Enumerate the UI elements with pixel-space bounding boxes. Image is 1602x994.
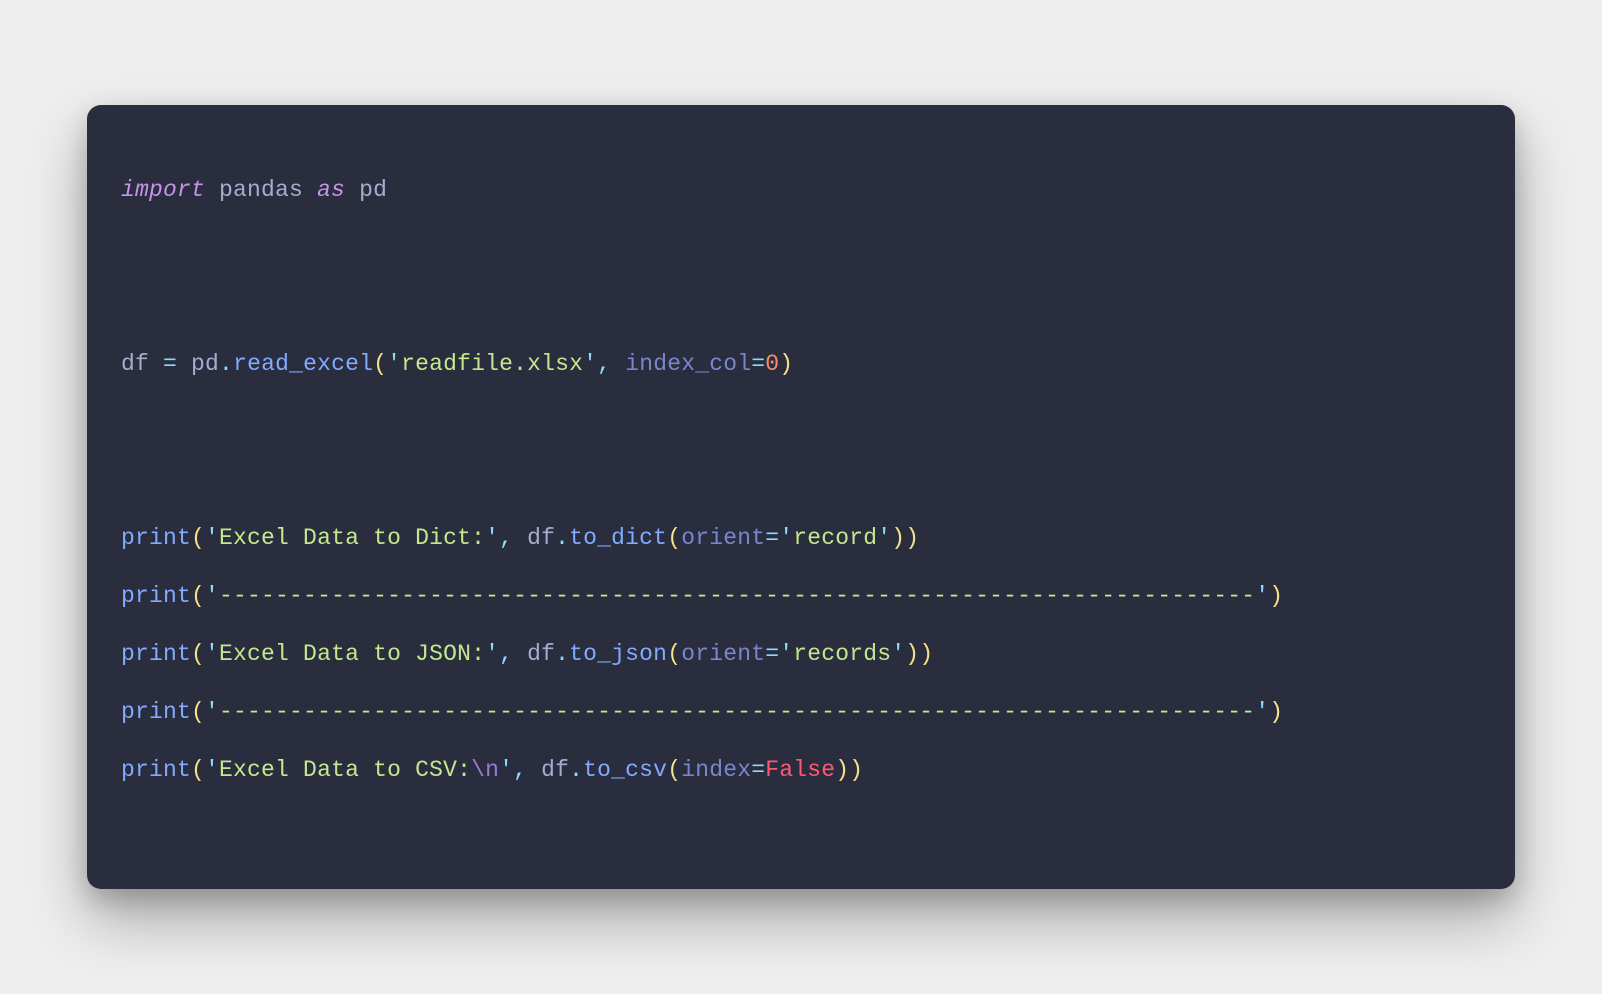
- code-token: ): [835, 757, 849, 783]
- code-token: ': [583, 351, 597, 377]
- code-token: =: [751, 757, 765, 783]
- code-token: .: [569, 757, 583, 783]
- code-token: df: [513, 641, 555, 667]
- code-token: ': [891, 641, 905, 667]
- code-token: ): [891, 525, 905, 551]
- code-token: ): [905, 525, 919, 551]
- code-token: ): [849, 757, 863, 783]
- code-token: \n: [471, 757, 499, 783]
- code-token: df: [513, 525, 555, 551]
- code-token: ----------------------------------------…: [219, 583, 1255, 609]
- code-token: (: [667, 525, 681, 551]
- code-token: ': [485, 525, 499, 551]
- code-token: ,: [499, 641, 513, 667]
- code-token: ): [1269, 583, 1283, 609]
- code-token: orient: [681, 525, 765, 551]
- code-token: pd: [345, 177, 387, 203]
- code-token: orient: [681, 641, 765, 667]
- code-token: ': [1255, 699, 1269, 725]
- code-token: df: [527, 757, 569, 783]
- code-token: =: [765, 641, 779, 667]
- code-token: .: [555, 525, 569, 551]
- code-token: ': [1255, 583, 1269, 609]
- code-token: False: [765, 757, 835, 783]
- code-block: import pandas as pd df = pd.read_excel('…: [121, 161, 1481, 799]
- code-token: Excel Data to JSON:: [219, 641, 485, 667]
- code-token: (: [191, 699, 205, 725]
- code-token: df: [121, 351, 163, 377]
- code-token: Excel Data to Dict:: [219, 525, 485, 551]
- code-token: ': [485, 641, 499, 667]
- code-token: index_col: [625, 351, 751, 377]
- code-token: ): [779, 351, 793, 377]
- code-token: =: [765, 525, 779, 551]
- code-token: =: [163, 351, 177, 377]
- code-token: (: [191, 757, 205, 783]
- code-token: ,: [499, 525, 513, 551]
- code-token: (: [667, 757, 681, 783]
- code-line: print('Excel Data to CSV:\n', df.to_csv(…: [121, 757, 863, 783]
- code-line: df = pd.read_excel('readfile.xlsx', inde…: [121, 351, 793, 377]
- code-token: (: [191, 525, 205, 551]
- code-token: readfile.xlsx: [401, 351, 583, 377]
- code-token: pd: [177, 351, 219, 377]
- code-token: index: [681, 757, 751, 783]
- code-token: print: [121, 699, 191, 725]
- code-token: ): [1269, 699, 1283, 725]
- code-token: to_csv: [583, 757, 667, 783]
- code-line: import pandas as pd: [121, 177, 387, 203]
- code-token: 0: [765, 351, 779, 377]
- code-token: ': [779, 641, 793, 667]
- page-background: import pandas as pd df = pd.read_excel('…: [0, 0, 1602, 994]
- code-token: ,: [597, 351, 611, 377]
- code-token: as: [317, 177, 345, 203]
- code-token: record: [793, 525, 877, 551]
- code-line: print('Excel Data to JSON:', df.to_json(…: [121, 641, 933, 667]
- code-token: ': [205, 583, 219, 609]
- code-token: read_excel: [233, 351, 373, 377]
- code-token: ': [877, 525, 891, 551]
- code-token: records: [793, 641, 891, 667]
- code-token: .: [219, 351, 233, 377]
- code-token: ): [919, 641, 933, 667]
- code-token: (: [373, 351, 387, 377]
- code-token: print: [121, 757, 191, 783]
- code-token: to_dict: [569, 525, 667, 551]
- code-token: Excel Data to CSV:: [219, 757, 471, 783]
- code-token: .: [555, 641, 569, 667]
- code-token: ': [387, 351, 401, 377]
- code-token: print: [121, 525, 191, 551]
- code-line: print('---------------------------------…: [121, 583, 1283, 609]
- code-token: ': [205, 757, 219, 783]
- code-token: ': [779, 525, 793, 551]
- code-token: print: [121, 641, 191, 667]
- code-card: import pandas as pd df = pd.read_excel('…: [87, 105, 1515, 889]
- code-token: ----------------------------------------…: [219, 699, 1255, 725]
- code-token: print: [121, 583, 191, 609]
- code-token: [611, 351, 625, 377]
- code-line: print('---------------------------------…: [121, 699, 1283, 725]
- code-line: print('Excel Data to Dict:', df.to_dict(…: [121, 525, 919, 551]
- code-token: ': [205, 699, 219, 725]
- code-token: ': [205, 641, 219, 667]
- code-token: ): [905, 641, 919, 667]
- code-token: import: [121, 177, 205, 203]
- code-token: (: [667, 641, 681, 667]
- code-token: =: [751, 351, 765, 377]
- code-token: ,: [513, 757, 527, 783]
- code-token: to_json: [569, 641, 667, 667]
- code-token: (: [191, 641, 205, 667]
- code-token: (: [191, 583, 205, 609]
- code-token: ': [205, 525, 219, 551]
- code-token: ': [499, 757, 513, 783]
- code-token: pandas: [205, 177, 317, 203]
